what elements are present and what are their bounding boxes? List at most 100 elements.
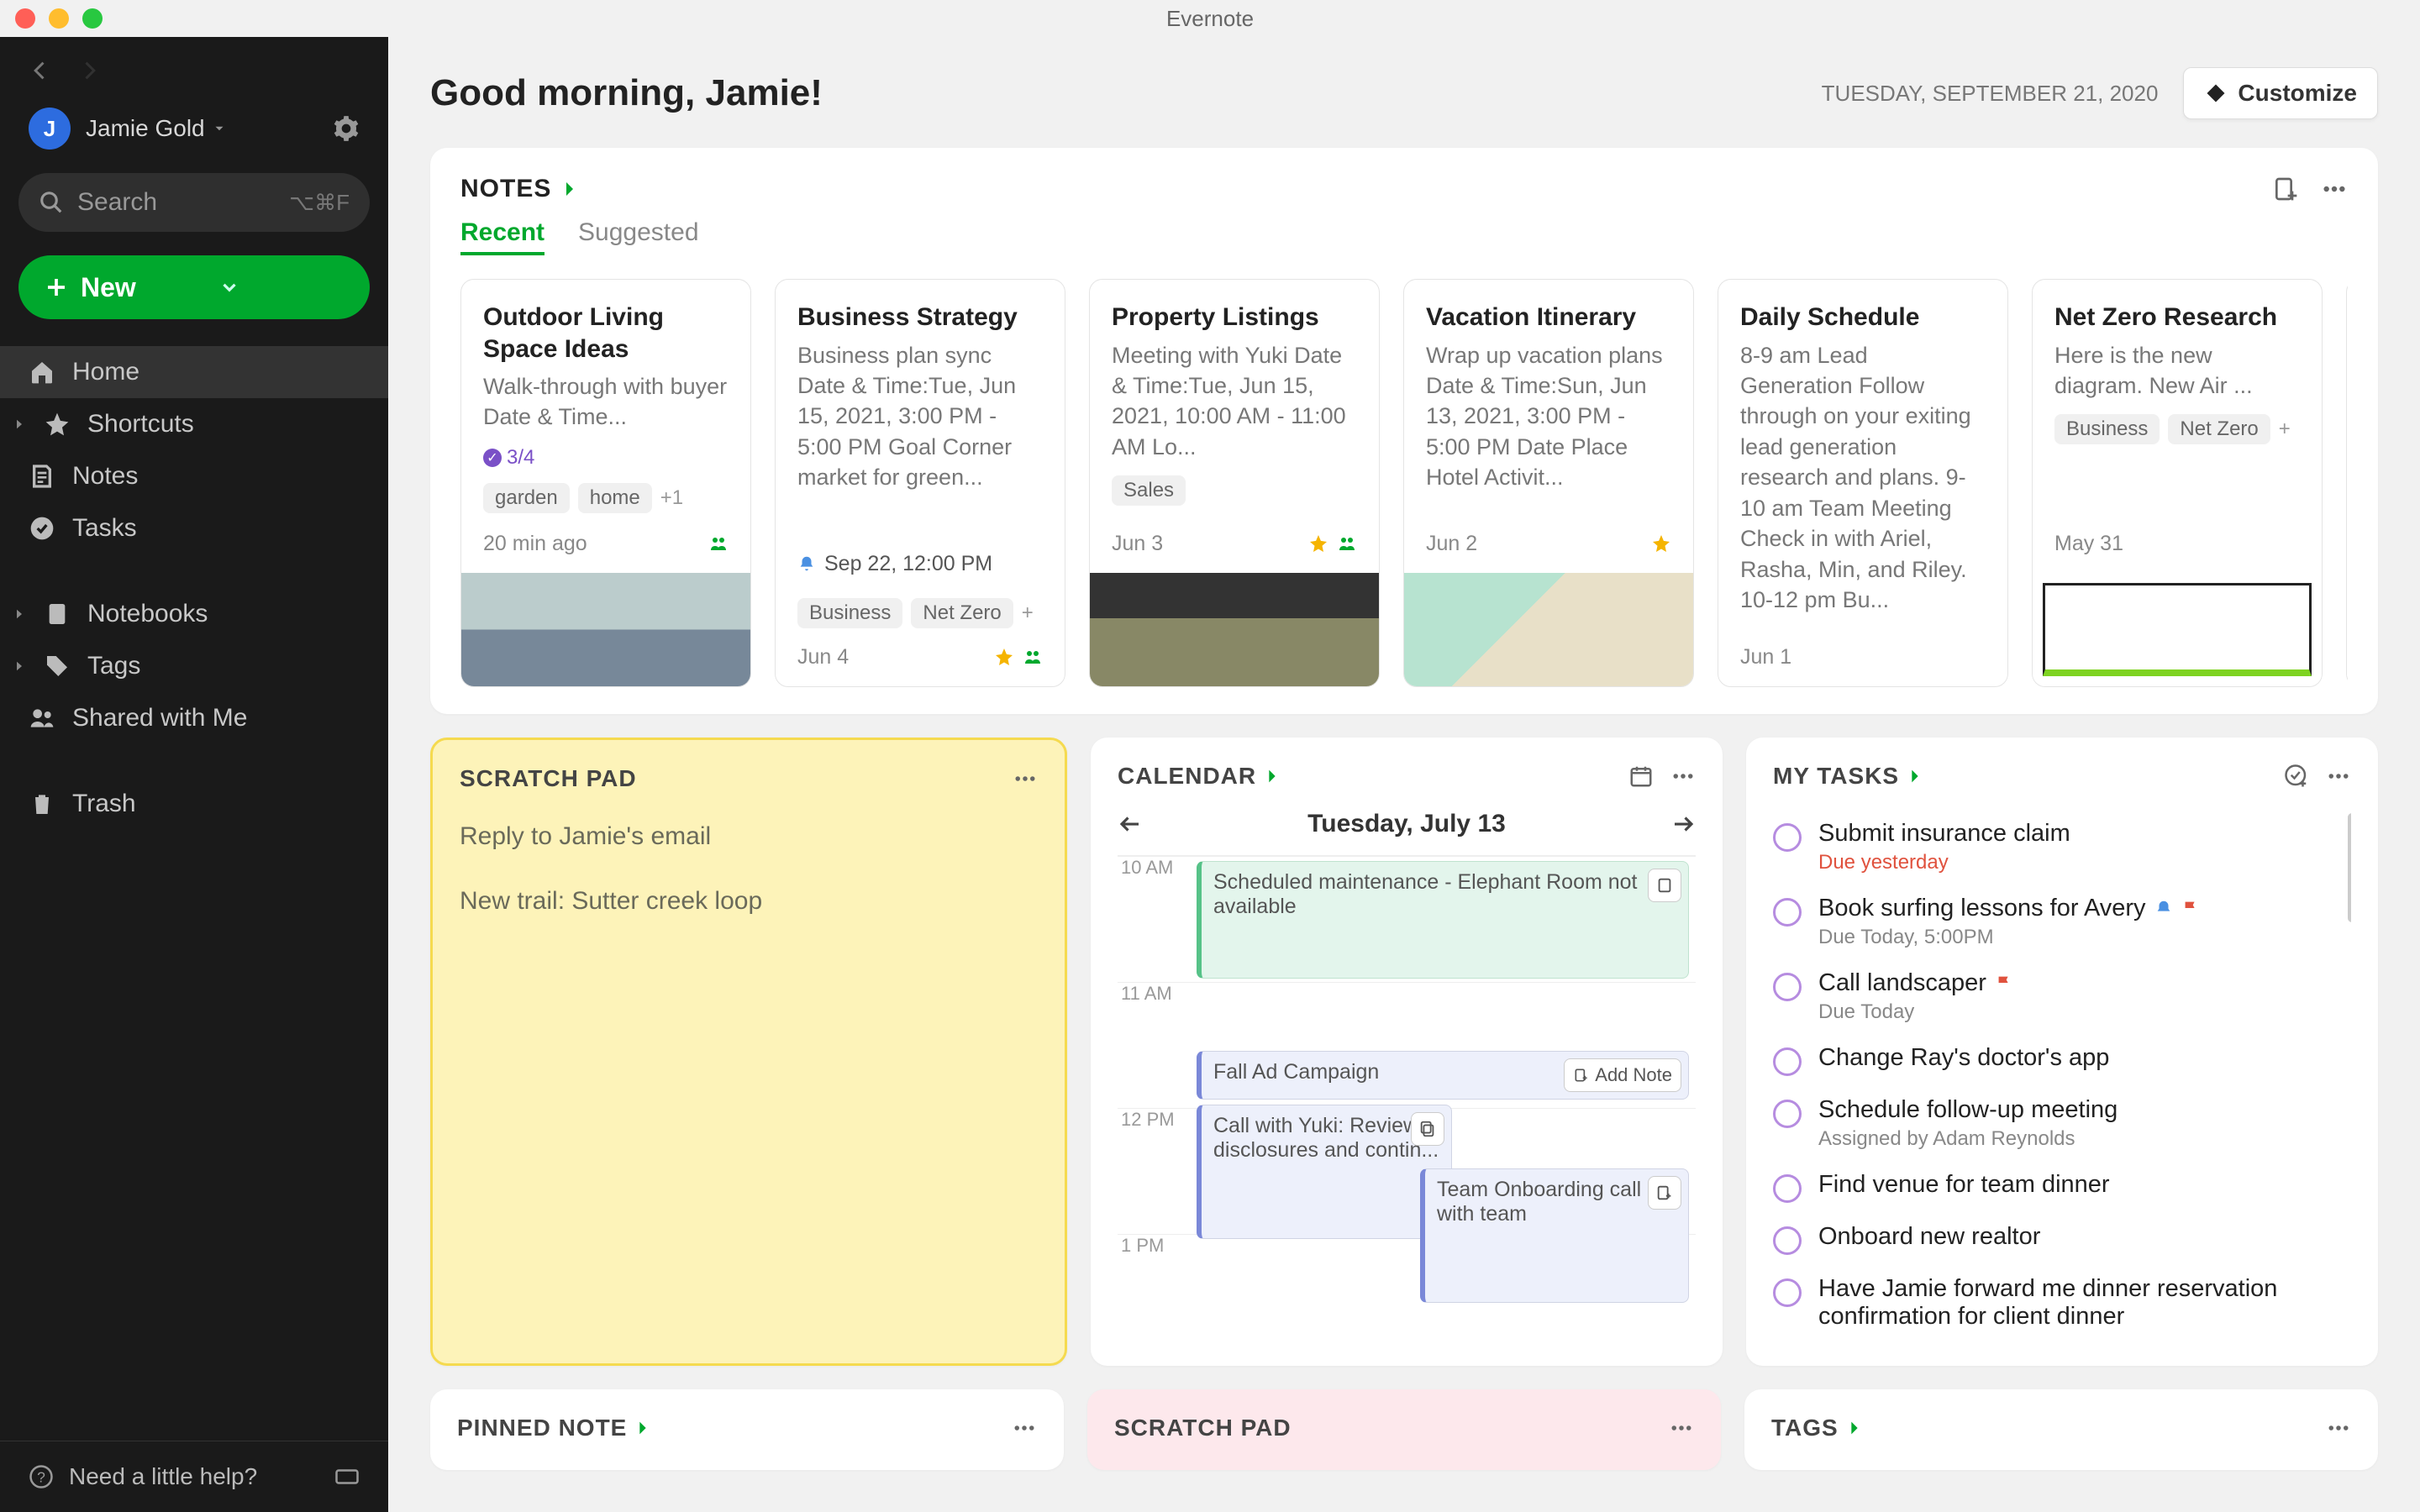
tag-chip[interactable]: Net Zero: [2168, 414, 2270, 444]
sidebar-item-shared[interactable]: Shared with Me: [0, 692, 388, 744]
customize-button[interactable]: Customize: [2183, 67, 2378, 119]
note-title: Outdoor Living Space Ideas: [483, 302, 729, 365]
chevron-down-icon: [218, 276, 240, 298]
calendar-event[interactable]: Fall Ad Campaign Add Note: [1197, 1051, 1689, 1100]
add-task-button[interactable]: [2284, 764, 2309, 789]
settings-button[interactable]: [333, 115, 360, 142]
tab-recent[interactable]: Recent: [460, 218, 544, 255]
task-item[interactable]: Find venue for team dinner: [1773, 1161, 2351, 1213]
task-item[interactable]: Onboard new realtor: [1773, 1213, 2351, 1265]
sidebar-item-home[interactable]: Home: [0, 346, 388, 398]
note-card[interactable]: Outdoor Living Space Ideas Walk-through …: [460, 279, 751, 687]
tag-icon: [44, 653, 71, 680]
event-note-button[interactable]: [1648, 1176, 1681, 1210]
customize-label: Customize: [2238, 80, 2357, 107]
note-card[interactable]: Vacation Itinerary Wrap up vacation plan…: [1403, 279, 1694, 687]
more-button[interactable]: [1013, 766, 1038, 791]
calendar-icon: [1628, 764, 1654, 789]
calendar-event[interactable]: Team Onboarding call with team: [1420, 1168, 1689, 1303]
task-checkbox[interactable]: [1773, 1174, 1802, 1203]
sidebar-item-shortcuts[interactable]: Shortcuts: [0, 398, 388, 450]
pinned-note-title[interactable]: PINNED NOTE: [457, 1415, 652, 1441]
account-menu[interactable]: Jamie Gold: [86, 115, 318, 142]
sidebar-item-notebooks[interactable]: Notebooks: [0, 588, 388, 640]
scrollbar[interactable]: [2348, 813, 2351, 922]
tasks-title[interactable]: MY TASKS: [1773, 763, 1924, 790]
note-title: Property Listings: [1112, 302, 1357, 333]
calendar-event[interactable]: Call with Yuki: Review disclosures and c…: [1197, 1105, 1452, 1239]
nav-back-button[interactable]: [29, 59, 52, 82]
more-button[interactable]: [1012, 1415, 1037, 1441]
calendar-title[interactable]: CALENDAR: [1118, 763, 1281, 790]
tag-chip[interactable]: Business: [2054, 414, 2160, 444]
sidebar-item-label: Home: [72, 358, 139, 386]
calendar-next-button[interactable]: [1670, 811, 1696, 837]
task-item[interactable]: Schedule follow-up meeting Assigned by A…: [1773, 1086, 2351, 1161]
notes-widget-title[interactable]: NOTES: [460, 175, 580, 203]
task-item[interactable]: Book surfing lessons for Avery Due Today…: [1773, 885, 2351, 959]
task-item[interactable]: Submit insurance claim Due yesterday: [1773, 810, 2351, 885]
search-input[interactable]: Search ⌥⌘F: [18, 173, 370, 232]
task-checkbox[interactable]: [1773, 1278, 1802, 1307]
tags-title[interactable]: TAGS: [1771, 1415, 1864, 1441]
sidebar-item-tags[interactable]: Tags: [0, 640, 388, 692]
create-note-button[interactable]: [2272, 176, 2299, 202]
minimize-window-button[interactable]: [49, 8, 69, 29]
task-checkbox[interactable]: [1773, 973, 1802, 1001]
task-checkbox[interactable]: [1773, 1100, 1802, 1128]
sidebar: J Jamie Gold Search ⌥⌘F New Home: [0, 37, 388, 1512]
note-card[interactable]: Daily Schedule 8-9 am Lead Generation Fo…: [1718, 279, 2008, 687]
add-note-button[interactable]: Add Note: [1564, 1058, 1681, 1092]
more-button[interactable]: [1669, 1415, 1694, 1441]
calendar-picker-button[interactable]: [1628, 764, 1654, 789]
hour-label: 11 AM: [1118, 982, 1696, 1005]
check-plus-icon: [2284, 764, 2309, 789]
sidebar-item-notes[interactable]: Notes: [0, 450, 388, 502]
more-button[interactable]: [2321, 176, 2348, 202]
calendar-event[interactable]: Scheduled maintenance - Elephant Room no…: [1197, 861, 1689, 979]
keyboard-shortcuts-button[interactable]: [334, 1464, 360, 1489]
task-checkbox[interactable]: [1773, 898, 1802, 927]
task-checkbox[interactable]: [1773, 1226, 1802, 1255]
calendar-prev-button[interactable]: [1118, 811, 1143, 837]
nav-forward-button[interactable]: [77, 59, 101, 82]
task-title: Submit insurance claim: [1818, 820, 2351, 848]
tab-suggested[interactable]: Suggested: [578, 218, 698, 255]
event-note-button[interactable]: [1648, 869, 1681, 902]
tag-chip[interactable]: Net Zero: [911, 598, 1013, 628]
maximize-window-button[interactable]: [82, 8, 103, 29]
more-button[interactable]: [2326, 764, 2351, 789]
sidebar-item-label: Notes: [72, 462, 138, 491]
note-card[interactable]: Net Zero Document Net Zero Document Zero…: [2346, 279, 2348, 687]
flag-icon: [2181, 899, 2200, 917]
sidebar-item-tasks[interactable]: Tasks: [0, 502, 388, 554]
more-tags[interactable]: +: [1022, 601, 1034, 625]
note-card[interactable]: Property Listings Meeting with Yuki Date…: [1089, 279, 1380, 687]
note-card[interactable]: Business Strategy Business plan sync Dat…: [775, 279, 1065, 687]
more-button[interactable]: [1670, 764, 1696, 789]
more-tags[interactable]: +1: [660, 486, 683, 510]
tag-chip[interactable]: garden: [483, 483, 570, 513]
tag-chip[interactable]: home: [578, 483, 652, 513]
more-tags[interactable]: +: [2279, 417, 2291, 441]
more-button[interactable]: [2326, 1415, 2351, 1441]
avatar[interactable]: J: [29, 108, 71, 150]
note-card[interactable]: Net Zero Research Here is the new diagra…: [2032, 279, 2323, 687]
tag-chip[interactable]: Business: [797, 598, 902, 628]
task-checkbox[interactable]: [1773, 1047, 1802, 1076]
close-window-button[interactable]: [15, 8, 35, 29]
new-button[interactable]: New: [18, 255, 370, 319]
dots-icon: [1013, 766, 1038, 791]
task-item[interactable]: Change Ray's doctor's app: [1773, 1034, 2351, 1086]
scratch-textarea[interactable]: Reply to Jamie's email New trail: Sutter…: [460, 812, 1038, 925]
new-button-dropdown[interactable]: [218, 276, 345, 298]
calendar-widget: CALENDAR Tuesday, July 13 10 AM 11 AM 12…: [1091, 738, 1723, 1366]
chevron-right-icon: [560, 179, 580, 199]
tag-chip[interactable]: Sales: [1112, 475, 1186, 506]
event-note-button[interactable]: [1411, 1112, 1444, 1146]
sidebar-item-trash[interactable]: Trash: [0, 778, 388, 830]
task-item[interactable]: Call landscaper Due Today: [1773, 959, 2351, 1034]
task-checkbox[interactable]: [1773, 823, 1802, 852]
task-item[interactable]: Have Jamie forward me dinner reservation…: [1773, 1265, 2351, 1341]
help-link[interactable]: Need a little help?: [69, 1463, 257, 1490]
